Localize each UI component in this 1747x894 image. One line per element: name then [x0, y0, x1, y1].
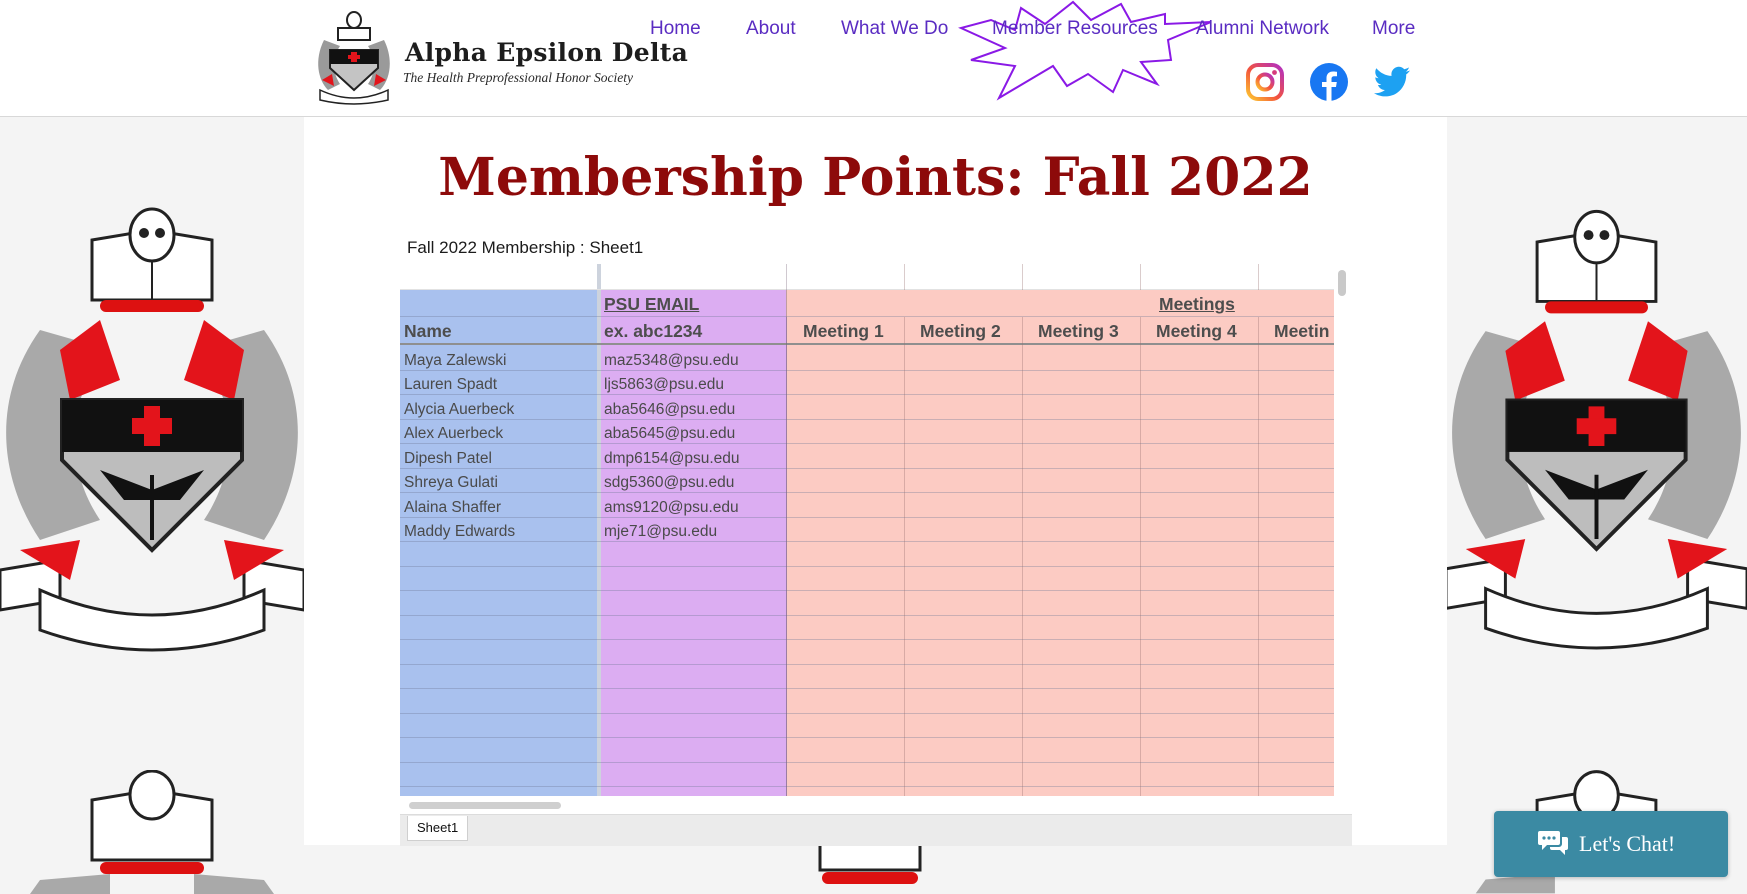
meetings-merged-cell [786, 290, 1334, 317]
member-name[interactable]: Maya Zalewski [404, 352, 507, 370]
grid-line [400, 713, 1334, 714]
meeting-3-header[interactable]: Meeting 3 [1038, 321, 1119, 342]
grid-line [400, 517, 1334, 518]
grid-line [904, 264, 905, 796]
grid-line [400, 615, 1334, 616]
grid-line [400, 492, 1334, 493]
member-email[interactable]: maz5348@psu.edu [604, 352, 739, 370]
logo-tagline: The Health Preprofessional Honor Society [403, 70, 633, 85]
member-name[interactable]: Maddy Edwards [404, 523, 515, 541]
background-crest-left [0, 207, 304, 652]
background-crest-left-lower [30, 770, 274, 894]
email-column-title[interactable]: PSU EMAIL [604, 294, 699, 315]
grid-line [786, 316, 1334, 317]
grid-line [400, 370, 1334, 371]
meeting-4-header[interactable]: Meeting 4 [1156, 321, 1237, 342]
nav-home[interactable]: Home [650, 18, 701, 40]
embedded-spreadsheet[interactable]: PSU EMAIL Meetings Name ex. abc1234 Meet… [400, 264, 1352, 846]
starburst-decoration [958, 0, 1212, 101]
vertical-scrollbar[interactable] [1338, 270, 1346, 296]
nav-member-resources[interactable]: Member Resources [992, 18, 1158, 40]
meeting-5-header[interactable]: Meetin [1274, 321, 1329, 342]
facebook-icon[interactable] [1310, 63, 1348, 101]
meetings-column-fill [787, 290, 1334, 796]
grid-line [400, 541, 1334, 542]
member-email[interactable]: aba5645@psu.edu [604, 425, 735, 443]
spreadsheet-grid[interactable]: PSU EMAIL Meetings Name ex. abc1234 Meet… [400, 264, 1334, 796]
sheet-tab-bar: Sheet1 [400, 814, 1352, 846]
email-example-header[interactable]: ex. abc1234 [604, 321, 702, 342]
grid-line [400, 590, 1334, 591]
member-email[interactable]: aba5646@psu.edu [604, 401, 735, 419]
nav-about[interactable]: About [746, 18, 796, 40]
meetings-group-title[interactable]: Meetings [1159, 294, 1235, 315]
grid-line [400, 786, 1334, 787]
instagram-icon[interactable] [1246, 63, 1284, 101]
member-name[interactable]: Alycia Auerbeck [404, 401, 514, 419]
tab-sheet1[interactable]: Sheet1 [407, 816, 469, 841]
nav-what-we-do[interactable]: What We Do [841, 18, 948, 40]
logo-name[interactable]: Alpha Epsilon Delta [405, 38, 688, 67]
lets-chat-button[interactable]: Let's Chat! [1494, 811, 1728, 877]
page-title: Membership Points: Fall 2022 [438, 147, 1313, 208]
chat-label: Let's Chat! [1579, 831, 1676, 856]
background-crest-right [1446, 209, 1747, 650]
header-bottom-line [400, 343, 1334, 345]
member-name[interactable]: Alex Auerbeck [404, 425, 503, 443]
nav-more[interactable]: More [1372, 18, 1415, 40]
crest-icon[interactable] [314, 10, 394, 108]
grid-line [1022, 264, 1023, 796]
grid-line [1258, 264, 1259, 796]
member-email[interactable]: dmp6154@psu.edu [604, 450, 740, 468]
site-header: Alpha Epsilon Delta The Health Preprofes… [0, 0, 1747, 117]
twitter-icon[interactable] [1373, 63, 1411, 101]
grid-line [400, 394, 1334, 395]
member-name[interactable]: Lauren Spadt [404, 376, 497, 394]
member-email[interactable]: ljs5863@psu.edu [604, 376, 724, 394]
nav-alumni-network[interactable]: Alumni Network [1196, 18, 1329, 40]
grid-line [400, 566, 1334, 567]
grid-line [400, 468, 1334, 469]
grid-line [400, 688, 1334, 689]
member-email[interactable]: sdg5360@psu.edu [604, 474, 734, 492]
member-name[interactable]: Dipesh Patel [404, 450, 492, 468]
member-name[interactable]: Shreya Gulati [404, 474, 498, 492]
meeting-2-header[interactable]: Meeting 2 [920, 321, 1001, 342]
horizontal-scrollbar[interactable] [409, 802, 561, 809]
grid-line [400, 443, 1334, 444]
grid-line [400, 639, 1334, 640]
grid-line [400, 664, 1334, 665]
name-column-header[interactable]: Name [404, 321, 452, 342]
sheet-title: Fall 2022 Membership : Sheet1 [407, 238, 644, 257]
chat-bubbles-icon [1538, 831, 1568, 855]
grid-line [400, 762, 1334, 763]
grid-line [786, 290, 787, 796]
member-name[interactable]: Alaina Shaffer [404, 499, 501, 517]
grid-line [1140, 264, 1141, 796]
grid-line [400, 419, 1334, 420]
meeting-1-header[interactable]: Meeting 1 [803, 321, 884, 342]
grid-line [400, 737, 1334, 738]
member-email[interactable]: ams9120@psu.edu [604, 499, 739, 517]
member-email[interactable]: mje71@psu.edu [604, 523, 717, 541]
